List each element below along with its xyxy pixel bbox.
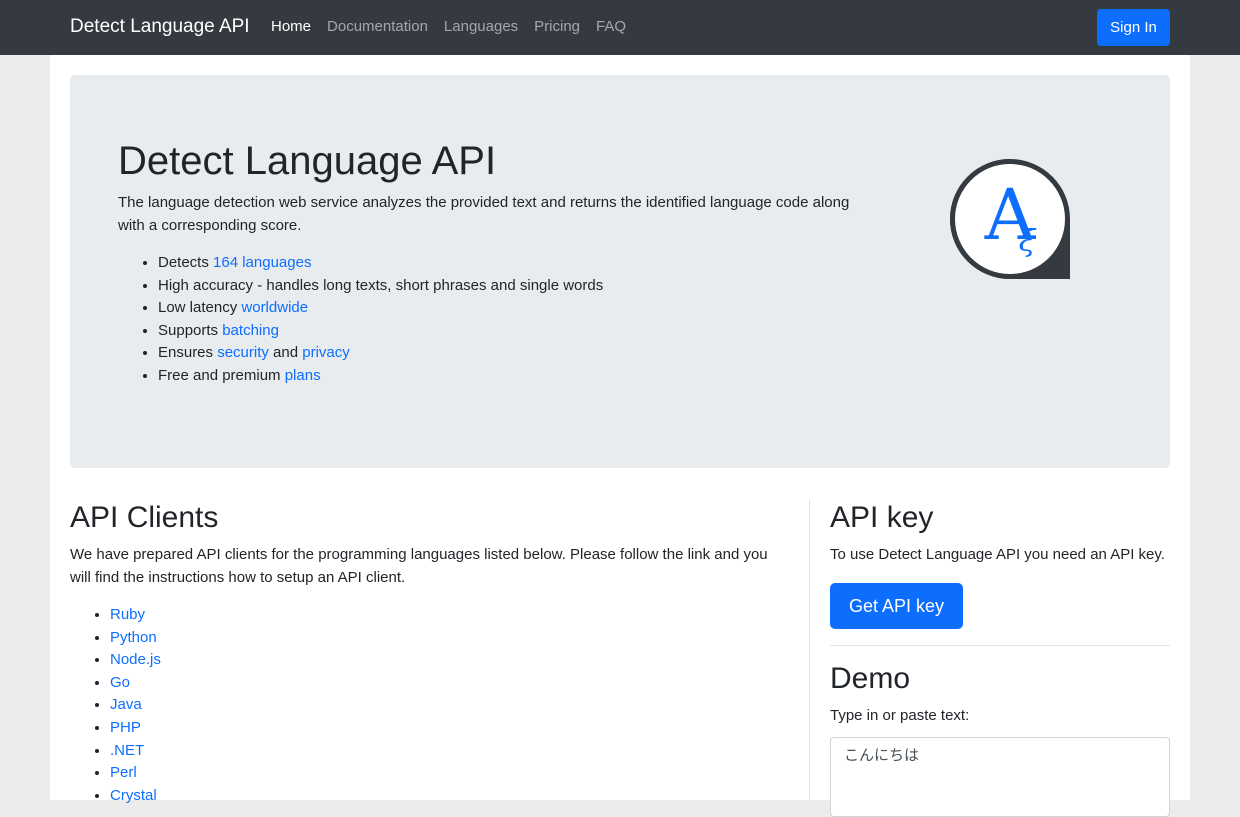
hero-title: Detect Language API xyxy=(118,139,497,183)
api-key-section: API key To use Detect Language API you n… xyxy=(830,500,1170,817)
sign-in-button[interactable]: Sign In xyxy=(1097,9,1170,46)
nav-documentation[interactable]: Documentation xyxy=(319,15,436,39)
plans-link[interactable]: plans xyxy=(285,367,321,384)
client-link-dotnet[interactable]: .NET xyxy=(110,742,144,759)
section-divider xyxy=(830,645,1170,646)
get-api-key-button[interactable]: Get API key xyxy=(830,583,963,629)
client-link-nodejs[interactable]: Node.js xyxy=(110,651,161,668)
main-container: Detect Language API The language detecti… xyxy=(50,55,1190,817)
list-item: PHP xyxy=(110,717,161,740)
feature-item: Ensures security and privacy xyxy=(158,342,603,365)
client-list: Ruby Python Node.js Go Java PHP .NET Per… xyxy=(70,604,161,807)
feature-item: Free and premium plans xyxy=(158,365,603,388)
list-item: Python xyxy=(110,627,161,650)
api-key-text: To use Detect Language API you need an A… xyxy=(830,546,1165,563)
feature-item: Low latency worldwide xyxy=(158,297,603,320)
batching-link[interactable]: batching xyxy=(222,322,279,339)
feature-text: and xyxy=(268,344,303,362)
demo-title: Demo xyxy=(830,662,911,695)
nav-pricing[interactable]: Pricing xyxy=(526,15,588,39)
list-item: Perl xyxy=(110,762,161,785)
client-link-crystal[interactable]: Crystal xyxy=(110,787,157,804)
feature-item: Supports batching xyxy=(158,320,603,343)
nav-links: Home Documentation Languages Pricing FAQ xyxy=(263,15,634,39)
feature-list: Detects 164 languages High accuracy - ha… xyxy=(118,252,603,388)
feature-text: Free and premium xyxy=(158,366,285,384)
privacy-link[interactable]: privacy xyxy=(302,344,350,361)
api-clients-text: We have prepared API clients for the pro… xyxy=(70,546,768,586)
demo-label: Type in or paste text: xyxy=(830,707,970,724)
client-link-java[interactable]: Java xyxy=(110,696,142,713)
api-clients-title: API Clients xyxy=(70,501,219,534)
feature-text: Detects xyxy=(158,254,214,271)
worldwide-link[interactable]: worldwide xyxy=(241,299,308,316)
svg-text:ξ: ξ xyxy=(1019,224,1037,259)
nav-languages[interactable]: Languages xyxy=(436,15,526,39)
hero-lead: The language detection web service analy… xyxy=(118,194,850,234)
list-item: Go xyxy=(110,672,161,695)
api-clients-section: API Clients We have prepared API clients… xyxy=(70,500,790,804)
navbar: Detect Language API Home Documentation L… xyxy=(0,0,1240,55)
feature-text: Supports xyxy=(158,321,223,339)
api-key-title: API key xyxy=(830,501,934,534)
feature-text: Low latency xyxy=(158,299,242,317)
feature-item: Detects 164 languages xyxy=(158,252,603,275)
languages-link[interactable]: 164 languages xyxy=(213,254,311,271)
hero-jumbotron: Detect Language API The language detecti… xyxy=(70,75,1170,468)
navbar-brand[interactable]: Detect Language API xyxy=(70,15,250,39)
list-item: Ruby xyxy=(110,604,161,627)
client-link-php[interactable]: PHP xyxy=(110,719,141,736)
client-link-perl[interactable]: Perl xyxy=(110,764,137,781)
feature-text: High accuracy - handles long texts, shor… xyxy=(158,276,604,294)
list-item: Crystal xyxy=(110,785,161,808)
security-link[interactable]: security xyxy=(217,344,269,361)
list-item: .NET xyxy=(110,740,161,763)
nav-faq[interactable]: FAQ xyxy=(588,15,634,39)
translate-logo-icon: A ξ xyxy=(950,159,1070,279)
client-link-python[interactable]: Python xyxy=(110,629,157,646)
demo-text-input[interactable]: こんにちは xyxy=(830,737,1170,817)
nav-home[interactable]: Home xyxy=(263,15,319,39)
column-divider xyxy=(809,500,810,800)
list-item: Java xyxy=(110,694,161,717)
feature-text: Ensures xyxy=(158,344,218,362)
feature-item: High accuracy - handles long texts, shor… xyxy=(158,275,603,298)
client-link-ruby[interactable]: Ruby xyxy=(110,606,145,623)
list-item: Node.js xyxy=(110,649,161,672)
client-link-go[interactable]: Go xyxy=(110,674,130,691)
